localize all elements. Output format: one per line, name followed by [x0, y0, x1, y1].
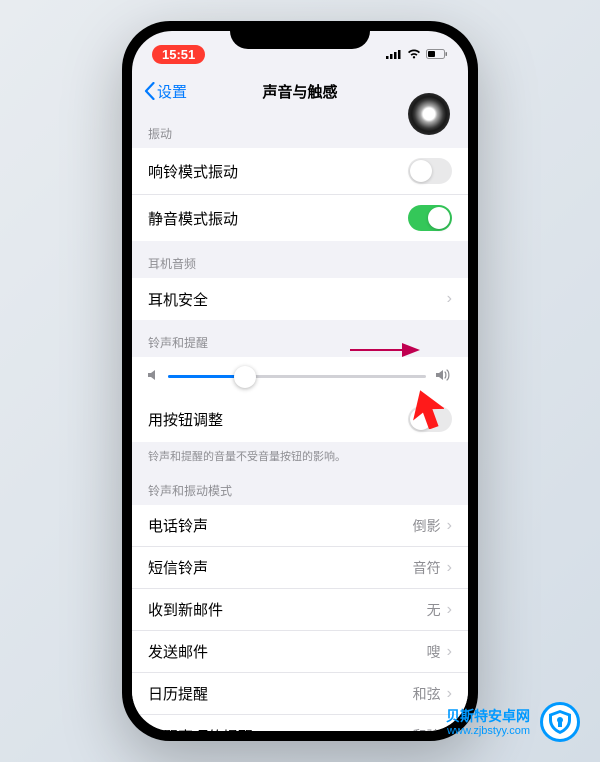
chevron-right-icon: › [447, 601, 452, 619]
phone-frame: 15:51 设置 声音与触感 振动 [122, 21, 478, 741]
page-title: 声音与触感 [262, 81, 337, 102]
row-ring-vibrate[interactable]: 响铃模式振动 [132, 148, 468, 195]
chevron-right-icon: › [447, 517, 452, 535]
row-value: 和弦 [413, 726, 441, 731]
row-calendar-alert[interactable]: 日历提醒 和弦 › [132, 673, 468, 715]
settings-content: 振动 响铃模式振动 静音模式振动 耳机音频 耳机安全 › 铃声和提醒 [132, 111, 468, 731]
signal-icon [386, 49, 402, 59]
section-footer-ringer: 铃声和提醒的音量不受音量按钮的影响。 [132, 442, 468, 468]
switch-silent-vibrate[interactable] [408, 205, 452, 231]
assistive-touch-button[interactable] [408, 93, 450, 135]
chevron-right-icon: › [447, 559, 452, 577]
switch-change-with-buttons[interactable] [408, 406, 452, 432]
watermark-text: 贝斯特安卓网 www.zjbstyy.com [446, 708, 530, 738]
row-label: 响铃模式振动 [148, 161, 238, 182]
row-text-tone[interactable]: 短信铃声 音符 › [132, 547, 468, 589]
volume-low-icon [148, 369, 158, 384]
row-headphone-safety[interactable]: 耳机安全 › [132, 278, 468, 320]
row-label: 用按钮调整 [148, 409, 223, 430]
row-value: 嗖 [427, 642, 441, 662]
row-label: 发送邮件 [148, 641, 208, 662]
slider-thumb[interactable] [234, 366, 256, 388]
row-sent-mail[interactable]: 发送邮件 嗖 › [132, 631, 468, 673]
row-value: 和弦 [413, 684, 441, 704]
group-ringer: 用按钮调整 [132, 357, 468, 442]
row-label: 耳机安全 [148, 289, 208, 310]
chevron-right-icon: › [447, 643, 452, 661]
row-value: 无 [427, 600, 441, 620]
watermark-url: www.zjbstyy.com [446, 725, 530, 738]
group-vibration: 响铃模式振动 静音模式振动 [132, 148, 468, 241]
status-time: 15:51 [152, 45, 205, 64]
row-value: 倒影 [413, 516, 441, 536]
switch-ring-vibrate[interactable] [408, 158, 452, 184]
row-new-mail[interactable]: 收到新邮件 无 › [132, 589, 468, 631]
battery-icon [426, 49, 448, 59]
back-button[interactable]: 设置 [144, 81, 187, 102]
row-label: 短信铃声 [148, 557, 208, 578]
group-headphone: 耳机安全 › [132, 278, 468, 320]
row-change-with-buttons[interactable]: 用按钮调整 [132, 396, 468, 442]
row-reminder-alert[interactable]: 提醒事项的提醒 和弦› [132, 715, 468, 731]
row-label: 提醒事项的提醒 [148, 726, 253, 732]
row-label: 日历提醒 [148, 683, 208, 704]
shield-icon [549, 710, 571, 734]
wifi-icon [407, 49, 421, 59]
section-header-ringer: 铃声和提醒 [132, 320, 468, 357]
group-patterns: 电话铃声 倒影 › 短信铃声 音符 › 收到新邮件 无 › 发送邮件 嗖 › 日历提醒 [132, 505, 468, 731]
row-value: 音符 [413, 558, 441, 578]
row-label: 静音模式振动 [148, 208, 238, 229]
row-silent-vibrate[interactable]: 静音模式振动 [132, 195, 468, 241]
row-volume-slider [132, 357, 468, 396]
watermark-logo [540, 702, 580, 742]
notch [230, 21, 370, 49]
chevron-right-icon: › [447, 290, 452, 308]
status-indicators [386, 49, 448, 59]
section-header-patterns: 铃声和振动模式 [132, 468, 468, 505]
watermark-name: 贝斯特安卓网 [446, 708, 530, 725]
section-header-headphone: 耳机音频 [132, 241, 468, 278]
chevron-right-icon: › [447, 685, 452, 703]
volume-slider[interactable] [168, 375, 426, 378]
chevron-left-icon [144, 82, 155, 100]
row-label: 收到新邮件 [148, 599, 223, 620]
row-ringtone[interactable]: 电话铃声 倒影 › [132, 505, 468, 547]
back-label: 设置 [157, 81, 187, 102]
screen: 15:51 设置 声音与触感 振动 [132, 31, 468, 731]
row-label: 电话铃声 [148, 515, 208, 536]
volume-high-icon [436, 369, 452, 384]
